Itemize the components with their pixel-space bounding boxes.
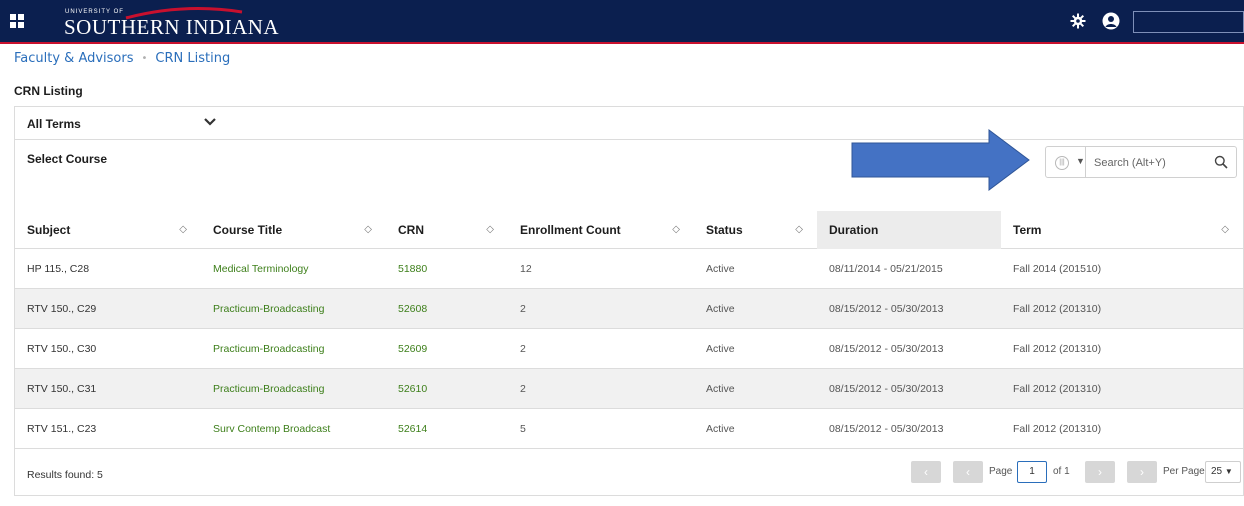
cell-term: Fall 2012 (201310) xyxy=(1013,343,1102,355)
column-header-label: Status xyxy=(706,223,743,237)
crn-listing-card: All Terms Select Course ||| ▼ Subject ◇ C… xyxy=(14,106,1244,496)
results-count: Results found: 5 xyxy=(27,469,103,481)
sort-icon[interactable]: ◇ xyxy=(672,211,680,249)
cell-duration: 08/15/2012 - 05/30/2013 xyxy=(829,423,944,435)
cell-enrollment-count: 12 xyxy=(520,263,532,275)
cell-course-title-link[interactable]: Practicum-Broadcasting xyxy=(201,369,386,409)
logo-name: SOUTHERN INDIANA xyxy=(64,15,280,39)
next-page-button[interactable]: › xyxy=(1085,461,1115,483)
table-footer: Results found: 5 ‹ ‹ Page 1 of 1 › › Per… xyxy=(15,453,1243,495)
sort-icon[interactable]: ◇ xyxy=(179,211,187,249)
search-input[interactable] xyxy=(1094,155,1204,171)
crn-table: Subject ◇ Course Title ◇ CRN ◇ Enrollment C… xyxy=(15,211,1243,449)
column-header-enrollment-count[interactable]: Enrollment Count ◇ xyxy=(508,211,694,249)
caret-down-icon: ▼ xyxy=(1224,467,1233,476)
cell-crn-link[interactable]: 52610 xyxy=(386,369,508,409)
cell-course-title-link[interactable]: Surv Contemp Broadcast xyxy=(201,409,386,449)
first-page-button[interactable]: ‹ xyxy=(911,461,941,483)
cell-crn-link[interactable]: 52609 xyxy=(386,329,508,369)
column-header-crn[interactable]: CRN ◇ xyxy=(386,211,508,249)
cell-term: Fall 2012 (201310) xyxy=(1013,423,1102,435)
last-page-button[interactable]: › xyxy=(1127,461,1157,483)
table-row: RTV 150., C31 Practicum-Broadcasting 526… xyxy=(15,369,1243,409)
breadcrumb: Faculty & Advisors • CRN Listing xyxy=(14,51,230,66)
cell-subject: RTV 150., C30 xyxy=(27,343,97,355)
breadcrumb-crn-listing[interactable]: CRN Listing xyxy=(155,51,230,66)
cell-crn-link[interactable]: 51880 xyxy=(386,249,508,289)
column-header-label: Course Title xyxy=(213,223,283,237)
page-of-label: of 1 xyxy=(1053,466,1070,477)
cell-course-title-link[interactable]: Practicum-Broadcasting xyxy=(201,329,386,369)
column-header-label: CRN xyxy=(398,223,424,237)
select-course-label: Select Course xyxy=(27,152,108,166)
section-title: CRN Listing xyxy=(14,84,83,98)
search-box xyxy=(1085,146,1237,178)
annotation-arrow xyxy=(851,129,1030,191)
cell-duration: 08/15/2012 - 05/30/2013 xyxy=(829,383,944,395)
caret-down-icon: ▼ xyxy=(1076,156,1085,166)
table-row: HP 115., C28 Medical Terminology 51880 1… xyxy=(15,249,1243,289)
cell-enrollment-count: 2 xyxy=(520,343,526,355)
column-header-label: Term xyxy=(1013,223,1042,237)
sort-icon[interactable]: ◇ xyxy=(1221,211,1229,249)
per-page-value: 25 xyxy=(1211,466,1223,477)
sort-icon[interactable]: ◇ xyxy=(486,211,494,249)
breadcrumb-separator: • xyxy=(141,53,148,64)
column-header-label: Enrollment Count xyxy=(520,223,621,237)
cell-status: Active xyxy=(706,423,735,435)
cell-subject: RTV 151., C23 xyxy=(27,423,97,435)
sort-icon[interactable]: ◇ xyxy=(795,211,803,249)
search-icon[interactable] xyxy=(1214,155,1228,169)
user-profile-icon[interactable] xyxy=(1102,12,1120,30)
sort-icon[interactable]: ◇ xyxy=(364,211,372,249)
column-header-duration[interactable]: Duration xyxy=(817,211,1001,249)
page-number-input[interactable]: 1 xyxy=(1017,461,1047,483)
table-header: Subject ◇ Course Title ◇ CRN ◇ Enrollment C… xyxy=(15,211,1243,249)
cell-duration: 08/11/2014 - 05/21/2015 xyxy=(829,263,943,275)
cell-course-title-link[interactable]: Practicum-Broadcasting xyxy=(201,289,386,329)
cell-subject: HP 115., C28 xyxy=(27,263,90,275)
column-header-term[interactable]: Term ◇ xyxy=(1001,211,1243,249)
university-logo[interactable]: UNIVERSITY OF SOUTHERN INDIANA xyxy=(64,6,284,40)
cell-status: Active xyxy=(706,383,735,395)
top-navigation-bar: UNIVERSITY OF SOUTHERN INDIANA xyxy=(0,0,1244,44)
apps-grid-icon[interactable] xyxy=(10,14,24,28)
table-row: RTV 150., C29 Practicum-Broadcasting 526… xyxy=(15,289,1243,329)
column-header-label: Duration xyxy=(829,223,879,237)
cell-term: Fall 2014 (201510) xyxy=(1013,263,1102,275)
column-header-course-title[interactable]: Course Title ◇ xyxy=(201,211,386,249)
column-header-subject[interactable]: Subject ◇ xyxy=(15,211,201,249)
cell-course-title-link[interactable]: Medical Terminology xyxy=(201,249,386,289)
user-name-box[interactable] xyxy=(1133,11,1244,33)
page-label: Page xyxy=(989,466,1013,477)
cell-status: Active xyxy=(706,263,735,275)
cell-crn-link[interactable]: 52608 xyxy=(386,289,508,329)
term-filter-row: All Terms xyxy=(15,107,1243,140)
cell-subject: RTV 150., C29 xyxy=(27,303,97,315)
cell-enrollment-count: 5 xyxy=(520,423,526,435)
chevron-down-icon[interactable] xyxy=(203,115,217,129)
cell-crn-link[interactable]: 52614 xyxy=(386,409,508,449)
term-filter-label[interactable]: All Terms xyxy=(27,117,81,131)
table-row: RTV 151., C23 Surv Contemp Broadcast 526… xyxy=(15,409,1243,449)
per-page-select[interactable]: 25 ▼ xyxy=(1205,461,1241,483)
cell-subject: RTV 150., C31 xyxy=(27,383,97,395)
per-page-label: Per Page xyxy=(1163,466,1205,477)
column-header-status[interactable]: Status ◇ xyxy=(694,211,817,249)
filter-circle-icon: ||| xyxy=(1055,156,1069,170)
breadcrumb-faculty-advisors[interactable]: Faculty & Advisors xyxy=(14,51,134,66)
column-header-label: Subject xyxy=(27,223,71,237)
table-row: RTV 150., C30 Practicum-Broadcasting 526… xyxy=(15,329,1243,369)
cell-duration: 08/15/2012 - 05/30/2013 xyxy=(829,343,944,355)
previous-page-button[interactable]: ‹ xyxy=(953,461,983,483)
cell-enrollment-count: 2 xyxy=(520,303,526,315)
cell-enrollment-count: 2 xyxy=(520,383,526,395)
cell-status: Active xyxy=(706,343,735,355)
cell-term: Fall 2012 (201310) xyxy=(1013,303,1102,315)
gear-icon[interactable] xyxy=(1070,13,1086,29)
cell-status: Active xyxy=(706,303,735,315)
cell-term: Fall 2012 (201310) xyxy=(1013,383,1102,395)
cell-duration: 08/15/2012 - 05/30/2013 xyxy=(829,303,944,315)
